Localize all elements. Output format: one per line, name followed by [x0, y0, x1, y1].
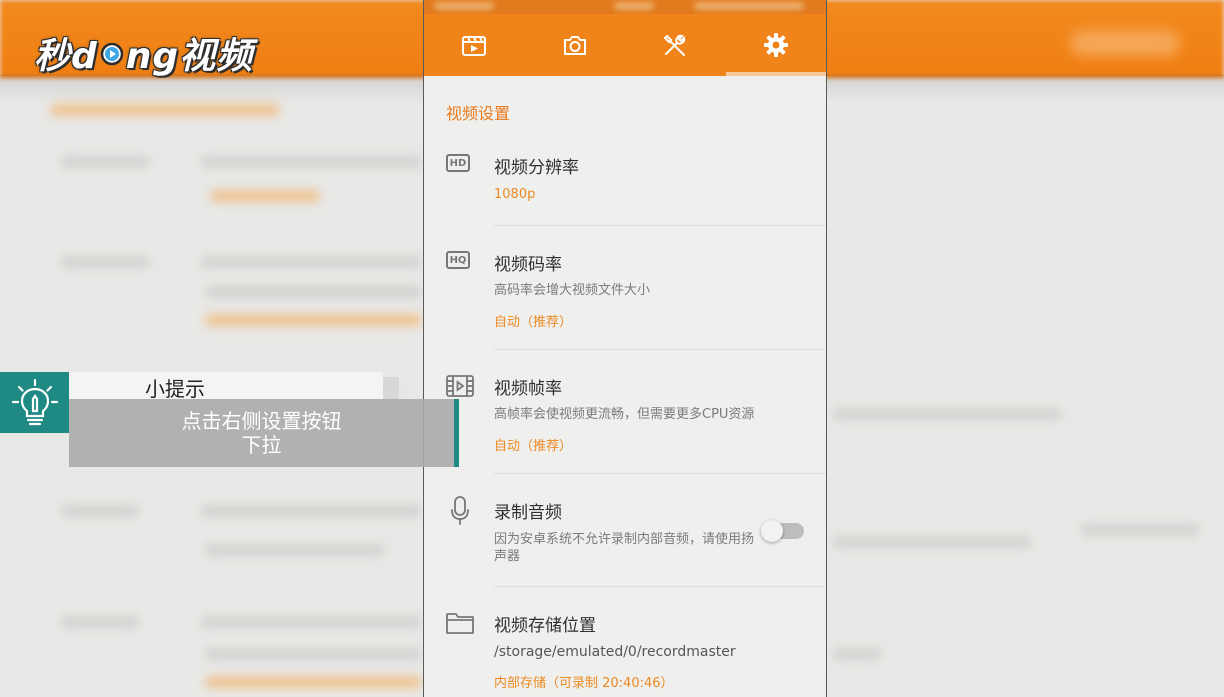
setting-title: 视频存储位置	[494, 616, 596, 636]
tip-icon-box	[0, 372, 69, 433]
setting-value: 自动（推荐）	[494, 315, 573, 330]
status-bar	[424, 0, 826, 14]
hd-icon: HD	[446, 154, 470, 172]
setting-value: 1080p	[494, 187, 536, 202]
hq-icon: HQ	[446, 251, 470, 269]
record-audio-toggle[interactable]	[761, 520, 804, 542]
setting-description: 高帧率会使视频更流畅，但需要更多CPU资源	[494, 407, 755, 422]
tip-line-2: 下拉	[241, 433, 282, 457]
play-circle-logo-icon	[100, 42, 124, 66]
setting-title: 视频码率	[494, 255, 562, 275]
folder-icon	[446, 613, 474, 634]
brand-logo: 秒d ng视频	[34, 28, 253, 78]
logo-text-left: 秒d	[34, 36, 98, 77]
tip-title-bar: 小提示	[69, 372, 383, 401]
tab-video[interactable]	[424, 14, 525, 76]
tab-tools[interactable]	[625, 14, 726, 76]
setting-value: 内部存储（可录制 20:40:46）	[494, 676, 674, 691]
gear-icon	[763, 33, 788, 57]
setting-video-framerate[interactable]: 视频帧率 高帧率会使视频更流畅，但需要更多CPU资源 自动（推荐）	[424, 360, 826, 473]
tip-title: 小提示	[145, 377, 205, 401]
setting-video-resolution[interactable]: HD 视频分辨率 1080p	[424, 140, 826, 226]
tip-accent-bar	[454, 399, 459, 467]
tip-body: 点击右侧设置按钮 下拉	[69, 399, 454, 467]
setting-description: /storage/emulated/0/recordmaster	[494, 644, 736, 660]
setting-video-bitrate[interactable]: HQ 视频码率 高码率会增大视频文件大小 自动（推荐）	[424, 236, 826, 349]
tab-screenshot[interactable]	[525, 14, 626, 76]
phone-settings-screen: 视频设置 HD 视频分辨率 1080p HQ 视频码率 高码率会增大视频文件大小…	[423, 0, 827, 697]
video-clapper-icon	[462, 36, 487, 56]
setting-value: 自动（推荐）	[494, 439, 573, 454]
setting-title: 视频分辨率	[494, 158, 579, 178]
tip-line-1: 点击右侧设置按钮	[181, 409, 342, 433]
setting-title: 录制音频	[494, 503, 562, 523]
setting-description: 因为安卓系统不允许录制内部音频，请使用扬声器	[494, 532, 755, 564]
background-blurred-button	[1070, 30, 1180, 56]
film-frame-icon	[446, 375, 474, 397]
setting-title: 视频帧率	[494, 379, 562, 399]
setting-storage-location[interactable]: 视频存储位置 /storage/emulated/0/recordmaster …	[424, 597, 826, 697]
microphone-icon	[451, 496, 469, 525]
logo-text-right: ng视频	[125, 36, 254, 77]
lightbulb-icon	[11, 378, 58, 425]
section-title-video-settings: 视频设置	[446, 104, 511, 123]
top-tab-bar	[424, 14, 826, 76]
tools-icon	[663, 34, 686, 56]
tab-settings[interactable]	[725, 14, 827, 76]
setting-description: 高码率会增大视频文件大小	[494, 283, 651, 298]
camera-icon	[563, 36, 586, 55]
